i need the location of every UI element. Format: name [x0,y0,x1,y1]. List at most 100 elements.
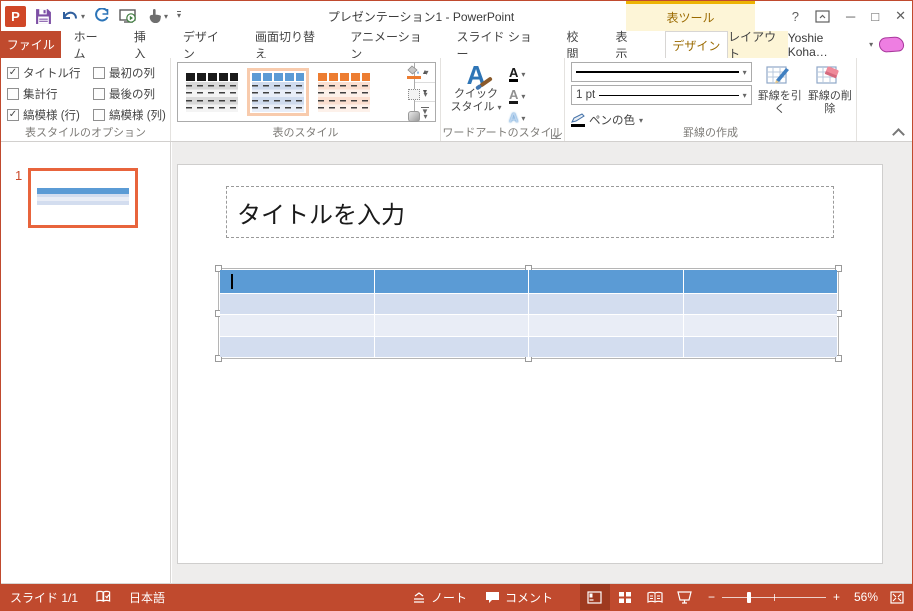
table-header-cell[interactable] [529,270,683,293]
tab-home[interactable]: ホーム [61,30,121,61]
quick-styles-button[interactable]: A クイック スタイル ▾ [447,62,505,128]
text-fill-dropdown-arrow[interactable]: ▾ [521,70,525,79]
redo-button[interactable] [94,8,110,24]
borders-button[interactable]: ▾ [402,84,434,104]
maximize-button[interactable]: □ [871,9,879,24]
fit-to-window-button[interactable] [882,584,912,610]
pen-style-combobox[interactable]: ▾ [571,62,752,82]
start-from-beginning-button[interactable] [119,8,138,24]
table-cell[interactable] [374,294,528,315]
powerpoint-app-icon[interactable]: P [5,5,26,27]
slide-1-thumbnail[interactable] [28,168,138,228]
minimize-button[interactable]: ─ [846,9,855,24]
touch-mouse-mode-button[interactable]: ▾ [147,8,168,24]
checkbox-banded-columns[interactable]: 縞模様 (列) [93,107,171,123]
undo-button[interactable]: ▾ [61,8,85,24]
quick-styles-dropdown-arrow[interactable]: ▾ [498,103,502,112]
table-cell[interactable] [683,336,837,357]
text-outline-dropdown-arrow[interactable]: ▾ [521,92,525,101]
tab-slideshow[interactable]: スライド ショー [444,30,554,61]
tab-table-tools-design[interactable]: デザイン [664,31,729,58]
tab-animations[interactable]: アニメーション [337,30,443,61]
save-button[interactable] [35,8,52,25]
table-cell[interactable] [374,315,528,336]
pen-style-dropdown-arrow[interactable]: ▾ [743,68,747,77]
customize-qat-button[interactable]: ▾ [177,11,182,21]
checkbox-box[interactable] [93,66,105,79]
zoom-out-button[interactable]: − [708,590,715,604]
checkbox-box[interactable] [93,108,105,121]
reading-view-button[interactable] [640,584,670,610]
wordart-dialog-launcher[interactable] [551,129,561,139]
text-outline-button[interactable]: A ▾ [509,86,525,106]
shading-button[interactable]: ▾ [402,62,434,82]
table-style-blue[interactable] [247,68,309,116]
tab-table-tools-layout[interactable]: レイアウト [728,30,788,61]
ribbon-display-options-button[interactable] [815,9,830,23]
table-style-dark[interactable] [181,68,243,116]
zoom-slider-thumb[interactable] [746,591,751,603]
effects-button[interactable]: ▾ [402,106,434,126]
slide-sorter-view-button[interactable] [610,584,640,610]
slide-canvas[interactable]: タイトルを入力 [177,164,883,564]
checkbox-box[interactable] [93,87,105,100]
notes-button[interactable]: ノート [403,584,476,610]
eraser-button[interactable]: 罫線の削除 [808,62,852,130]
spell-check-button[interactable] [87,584,120,610]
comments-button[interactable]: コメント [476,584,562,610]
slide-table[interactable] [220,270,837,357]
title-placeholder[interactable]: タイトルを入力 [226,186,834,238]
checkbox-banded-rows[interactable]: ✓ 縞模様 (行) [7,107,93,123]
pen-weight-combobox[interactable]: 1 pt ▾ [571,85,752,105]
tab-view[interactable]: 表示 [603,30,652,61]
zoom-percentage[interactable]: 56% [848,590,882,604]
user-avatar[interactable] [878,36,905,53]
checkbox-first-column[interactable]: 最初の列 [93,65,171,81]
checkbox-last-column[interactable]: 最後の列 [93,86,171,102]
checkbox-box[interactable]: ✓ [7,66,19,79]
checkbox-header-row[interactable]: ✓ タイトル行 [7,65,93,81]
help-button[interactable]: ? [792,9,799,24]
checkbox-total-row[interactable]: 集計行 [7,86,93,102]
table-header-cell[interactable] [374,270,528,293]
close-button[interactable]: ✕ [895,8,906,24]
table-header-cell[interactable] [683,270,837,293]
collapse-ribbon-button[interactable] [894,127,902,135]
table-header-cell[interactable] [220,270,374,293]
tab-design[interactable]: デザイン [170,30,242,61]
group-label-draw-borders: 罫線の作成 [683,127,738,139]
normal-view-button[interactable] [579,584,610,610]
language-indicator[interactable]: 日本語 [120,584,174,610]
shading-dropdown-arrow[interactable]: ▾ [424,68,428,77]
account-dropdown-arrow[interactable]: ▾ [869,40,873,49]
tab-file[interactable]: ファイル [1,31,61,58]
table-cell[interactable] [529,294,683,315]
undo-dropdown-arrow[interactable]: ▾ [81,12,85,21]
table-cell[interactable] [220,294,374,315]
tab-insert[interactable]: 挿入 [121,30,170,61]
table-cell[interactable] [683,294,837,315]
table-cell[interactable] [683,315,837,336]
table-cell[interactable] [374,336,528,357]
checkbox-box[interactable] [7,87,19,100]
checkbox-label: 最初の列 [109,67,155,80]
table-cell[interactable] [529,315,683,336]
touch-mode-dropdown-arrow[interactable]: ▾ [164,12,168,21]
account-area[interactable]: Yoshie Koha… ▾ [788,31,912,59]
checkbox-box[interactable]: ✓ [7,108,19,121]
draw-table-button[interactable]: 罫線を引く [758,62,802,130]
zoom-in-button[interactable]: + [833,590,840,604]
slideshow-view-button[interactable] [670,584,700,610]
table-style-orange[interactable] [313,68,375,116]
tab-transitions[interactable]: 画面切り替え [242,30,337,61]
text-fill-button[interactable]: A ▾ [509,64,525,84]
table-cell[interactable] [220,315,374,336]
zoom-slider[interactable] [721,591,826,603]
tab-review[interactable]: 校閲 [553,30,602,61]
text-effects-dropdown-arrow[interactable]: ▾ [521,114,525,123]
table-cell[interactable] [220,336,374,357]
table-cell[interactable] [529,336,683,357]
effects-dropdown-arrow[interactable]: ▾ [423,112,427,121]
borders-dropdown-arrow[interactable]: ▾ [423,90,427,99]
pen-weight-dropdown-arrow[interactable]: ▾ [743,91,747,100]
